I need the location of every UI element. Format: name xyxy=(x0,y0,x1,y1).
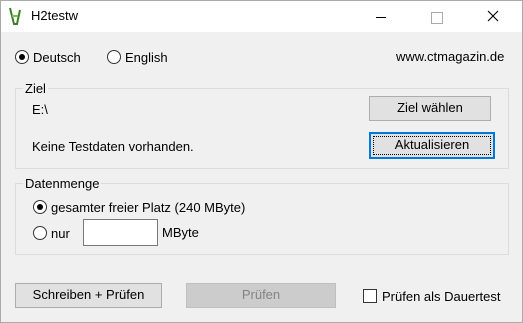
choose-target-button[interactable]: Ziel wählen xyxy=(369,96,491,121)
write-verify-button[interactable]: Schreiben + Prüfen xyxy=(15,283,162,308)
website-link[interactable]: www.ctmagazin.de xyxy=(396,49,504,64)
target-path: E:\ xyxy=(32,102,48,117)
radio-free-space[interactable] xyxy=(33,200,47,214)
window-title: H2testw xyxy=(31,8,78,23)
radio-english[interactable] xyxy=(107,50,121,64)
datenmenge-group-title: Datenmenge xyxy=(23,176,102,191)
amount-unit-label: MByte xyxy=(162,225,199,240)
h2testw-app-icon xyxy=(9,7,21,25)
verify-button[interactable]: Prüfen xyxy=(186,283,336,308)
endurance-test-label[interactable]: Prüfen als Dauertest xyxy=(382,289,501,304)
radio-only[interactable] xyxy=(33,226,47,240)
refresh-button-label: Aktualisieren xyxy=(373,136,491,155)
title-bar: H2testw xyxy=(1,1,522,32)
refresh-button[interactable]: Aktualisieren xyxy=(369,132,495,159)
endurance-test-checkbox[interactable] xyxy=(363,289,377,303)
radio-free-space-label[interactable]: gesamter freier Platz (240 MByte) xyxy=(51,200,245,215)
radio-deutsch[interactable] xyxy=(15,50,29,64)
radio-only-label[interactable]: nur xyxy=(51,226,70,241)
maximize-button[interactable] xyxy=(413,1,459,32)
h2testw-window: H2testw Deutsch English www.ctmagazin.de… xyxy=(0,0,523,323)
minimize-button[interactable] xyxy=(358,1,404,32)
ziel-group-title: Ziel xyxy=(23,81,48,96)
close-icon xyxy=(487,10,499,22)
radio-english-label[interactable]: English xyxy=(125,50,168,65)
close-button[interactable] xyxy=(470,1,516,32)
amount-input[interactable] xyxy=(83,219,158,246)
testdata-status: Keine Testdaten vorhanden. xyxy=(32,139,194,154)
radio-deutsch-label[interactable]: Deutsch xyxy=(33,50,81,65)
